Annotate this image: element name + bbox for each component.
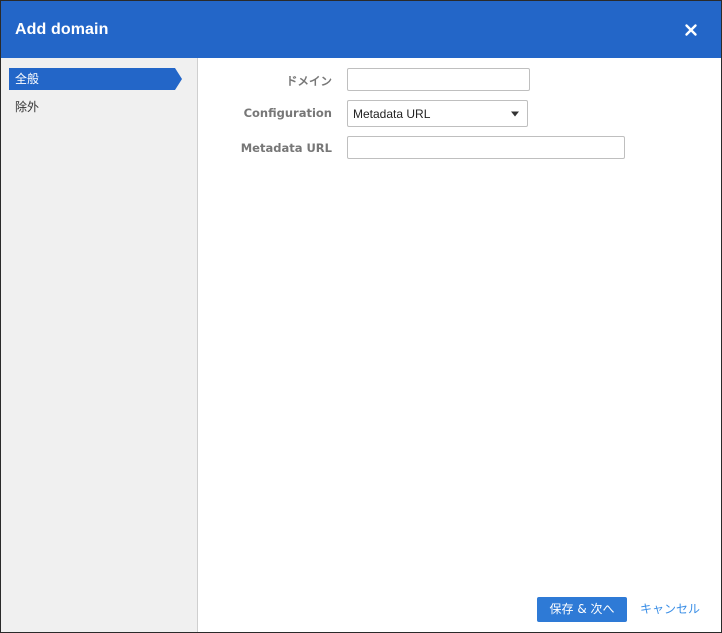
sidebar: 全般 除外 xyxy=(1,58,198,632)
configuration-label: Configuration xyxy=(243,106,332,120)
dialog-title: Add domain xyxy=(15,21,109,38)
dialog-header: Add domain xyxy=(1,1,721,58)
dropdown-arrow-icon xyxy=(511,111,519,117)
cancel-button[interactable]: キャンセル xyxy=(640,597,700,622)
sidebar-item-label: 除外 xyxy=(15,100,40,114)
sidebar-item-label: 全般 xyxy=(15,72,40,86)
metadata-url-label: Metadata URL xyxy=(240,141,332,155)
add-domain-dialog: Add domain 全般 除外 ドメイン Configuration Meta… xyxy=(0,0,722,633)
configuration-select[interactable]: Metadata URL xyxy=(347,100,528,127)
domain-label: ドメイン xyxy=(286,74,332,88)
close-icon xyxy=(685,24,697,36)
metadata-url-input[interactable] xyxy=(347,136,625,159)
domain-input[interactable] xyxy=(347,68,530,91)
sidebar-item-general[interactable]: 全般 xyxy=(9,68,182,90)
configuration-select-value: Metadata URL xyxy=(353,107,431,121)
close-button[interactable] xyxy=(682,21,700,39)
save-and-next-button[interactable]: 保存 & 次へ xyxy=(537,597,627,622)
